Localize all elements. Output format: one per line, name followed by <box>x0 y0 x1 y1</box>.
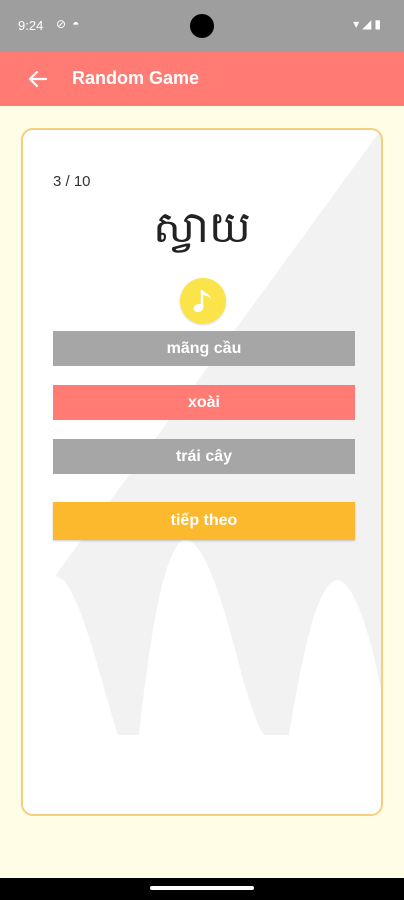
progress-counter: 3 / 10 <box>53 173 91 190</box>
page-title: Random Game <box>72 68 200 88</box>
arrow-left-icon <box>28 70 48 88</box>
navigation-bar <box>0 878 404 900</box>
answer-option-3[interactable]: trái cây <box>53 439 355 474</box>
next-button[interactable]: tiếp theo <box>53 502 355 540</box>
status-left-icons: ⊘◓ <box>56 17 85 31</box>
notification-icon: ◓ <box>72 17 86 31</box>
answer-option-1[interactable]: mãng cầu <box>53 331 355 366</box>
camera-cutout <box>190 14 214 38</box>
wifi-icon: ▾ <box>353 17 363 31</box>
home-handle[interactable] <box>150 886 254 890</box>
app-bar: Random Game <box>0 52 404 106</box>
vpn-icon: ⊘ <box>56 17 73 31</box>
battery-icon: ▮ <box>374 17 384 31</box>
status-right-icons: ▾◢▮ <box>353 17 384 31</box>
quiz-card: 3 / 10 ស្វាយ mãng cầu xoài trái cây tiếp… <box>21 128 383 816</box>
signal-icon: ◢ <box>362 17 375 31</box>
back-button[interactable] <box>24 65 52 93</box>
status-time: 9:24 <box>18 18 44 33</box>
music-note-icon <box>193 290 211 313</box>
quiz-word: ស្វាយ <box>153 202 251 253</box>
play-audio-button[interactable] <box>180 278 226 324</box>
answer-option-2[interactable]: xoài <box>53 385 355 420</box>
status-bar: 9:24 ⊘◓ ▾◢▮ <box>0 0 404 52</box>
